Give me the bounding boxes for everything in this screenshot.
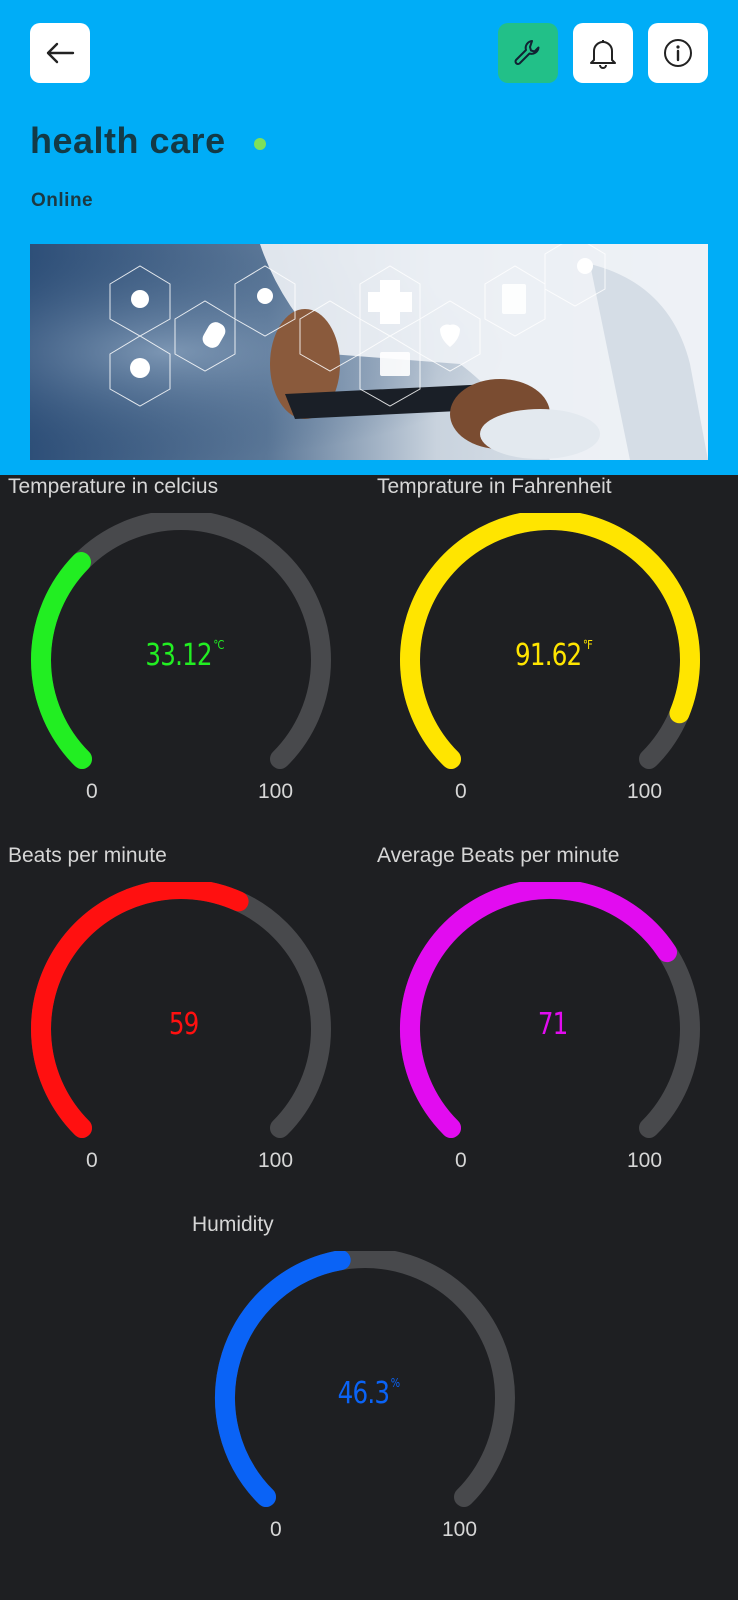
gauge-value: 33.12 °C: [145, 638, 224, 673]
gauge-min-label: 0: [455, 1149, 467, 1172]
gauge-humidity: Humidity 46.3% 0 100: [184, 1213, 553, 1583]
online-indicator: [254, 138, 266, 150]
gauge-value: 46.3%: [337, 1376, 401, 1411]
gauge-max-label: 100: [442, 1518, 478, 1541]
gauge-min-label: 0: [455, 780, 467, 803]
back-button[interactable]: [30, 23, 90, 83]
gauge-temperature-fahrenheit: Temprature in Fahrenheit 91.62 °F 0 100: [369, 475, 738, 845]
gauge-min-label: 0: [270, 1518, 282, 1541]
gauge-average-beats-per-minute: Average Beats per minute 71 0 100: [369, 844, 738, 1214]
gauge-value: 59: [168, 1007, 199, 1042]
page-title: health care: [30, 120, 226, 161]
gauge-value: 91.62 °F: [515, 638, 593, 673]
arrow-left-icon: [46, 42, 75, 64]
wrench-icon: [514, 40, 540, 65]
gauge-max-label: 100: [258, 1149, 294, 1172]
gauge-label: Average Beats per minute: [377, 844, 620, 867]
banner-image: [30, 244, 708, 460]
gauge-temperature-celsius: Temperature in celcius 33.12 °C 0 100: [0, 475, 369, 845]
gauge-label: Humidity: [192, 1213, 274, 1236]
gauge-value: 71: [537, 1007, 568, 1042]
gauge-max-label: 100: [627, 1149, 663, 1172]
settings-button[interactable]: [498, 23, 558, 83]
gauge-beats-per-minute: Beats per minute 59 0 100: [0, 844, 369, 1214]
header-panel: health care Online: [0, 0, 738, 475]
gauge-max-label: 100: [258, 780, 294, 803]
notifications-button[interactable]: [573, 23, 633, 83]
gauge-max-label: 100: [627, 780, 663, 803]
info-button[interactable]: [648, 23, 708, 83]
info-icon: [664, 39, 692, 67]
gauge-label: Temperature in celcius: [8, 475, 219, 498]
gauge-label: Temprature in Fahrenheit: [377, 475, 612, 498]
bell-icon: [590, 40, 616, 69]
gauge-label: Beats per minute: [8, 844, 167, 867]
gauge-min-label: 0: [86, 780, 98, 803]
status-text: Online: [31, 190, 94, 211]
gauge-min-label: 0: [86, 1149, 98, 1172]
